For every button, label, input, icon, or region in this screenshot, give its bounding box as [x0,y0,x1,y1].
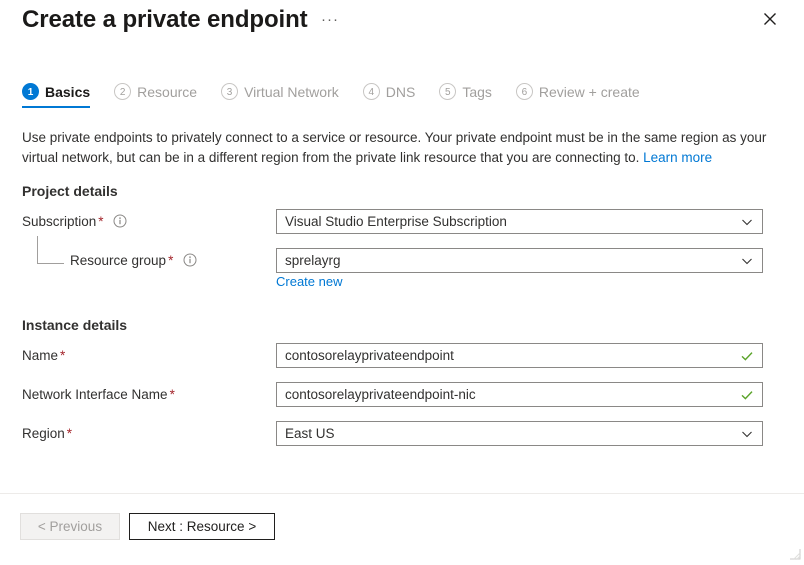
subscription-required-asterisk: * [98,214,103,229]
tab-active-underline [22,106,90,108]
subscription-value: Visual Studio Enterprise Subscription [285,214,740,229]
resource-group-dropdown[interactable]: sprelayrg [276,248,763,273]
subscription-label-text: Subscription [22,214,96,229]
region-label-text: Region [22,426,65,441]
wizard-tabs: 1 Basics 2 Resource 3 Virtual Network 4 … [22,83,804,113]
resource-group-label-text: Resource group [70,253,166,268]
tab-review-create-label: Review + create [539,84,640,100]
chevron-down-icon [740,215,754,229]
tab-resource-label: Resource [137,84,197,100]
network-interface-name-required-asterisk: * [170,387,175,402]
region-label: Region* [22,426,72,441]
page-description: Use private endpoints to privately conne… [22,128,767,168]
tab-virtual-network-number: 3 [221,83,238,100]
window-titlebar: Create a private endpoint ··· [0,0,804,60]
tab-review-create[interactable]: 6 Review + create [516,83,640,108]
name-label-text: Name [22,348,58,363]
resize-grip-icon[interactable] [789,547,801,559]
tab-dns[interactable]: 4 DNS [363,83,416,108]
region-dropdown[interactable]: East US [276,421,763,446]
tab-dns-label: DNS [386,84,416,100]
tab-basics[interactable]: 1 Basics [22,83,90,108]
tab-basics-label: Basics [45,84,90,100]
resource-group-label: Resource group* [70,253,197,268]
more-options-ellipsis-icon[interactable]: ··· [318,10,342,34]
chevron-down-icon [740,427,754,441]
info-icon[interactable] [183,253,197,267]
checkmark-icon [740,388,754,402]
section-instance-details-heading: Instance details [22,317,127,333]
network-interface-name-label: Network Interface Name* [22,387,175,402]
subscription-dropdown[interactable]: Visual Studio Enterprise Subscription [276,209,763,234]
tab-tags-number: 5 [439,83,456,100]
tab-virtual-network-label: Virtual Network [244,84,339,100]
tab-tags[interactable]: 5 Tags [439,83,492,108]
resource-group-tree-connector [37,236,64,264]
tab-tags-label: Tags [462,84,492,100]
tab-resource-number: 2 [114,83,131,100]
tab-resource[interactable]: 2 Resource [114,83,197,108]
checkmark-icon [740,349,754,363]
wizard-footer: < Previous Next : Resource > [20,513,275,540]
footer-separator [0,493,804,494]
page-title: Create a private endpoint [22,6,308,34]
resource-group-value: sprelayrg [285,253,740,268]
name-required-asterisk: * [60,348,65,363]
tab-review-create-number: 6 [516,83,533,100]
name-input[interactable]: contosorelayprivateendpoint [276,343,763,368]
subscription-label: Subscription* [22,214,127,229]
previous-button[interactable]: < Previous [20,513,120,540]
close-icon[interactable] [758,7,782,31]
name-value: contosorelayprivateendpoint [285,348,740,363]
resource-group-required-asterisk: * [168,253,173,268]
network-interface-name-input[interactable]: contosorelayprivateendpoint-nic [276,382,763,407]
tab-dns-number: 4 [363,83,380,100]
tab-basics-number: 1 [22,83,39,100]
chevron-down-icon [740,254,754,268]
name-label: Name* [22,348,65,363]
next-resource-button[interactable]: Next : Resource > [129,513,275,540]
learn-more-link[interactable]: Learn more [643,150,712,165]
info-icon[interactable] [113,214,127,228]
region-required-asterisk: * [67,426,72,441]
create-new-resource-group-link[interactable]: Create new [276,274,342,289]
region-value: East US [285,426,740,441]
network-interface-name-value: contosorelayprivateendpoint-nic [285,387,740,402]
tab-virtual-network[interactable]: 3 Virtual Network [221,83,339,108]
section-project-details-heading: Project details [22,183,118,199]
network-interface-name-label-text: Network Interface Name [22,387,168,402]
